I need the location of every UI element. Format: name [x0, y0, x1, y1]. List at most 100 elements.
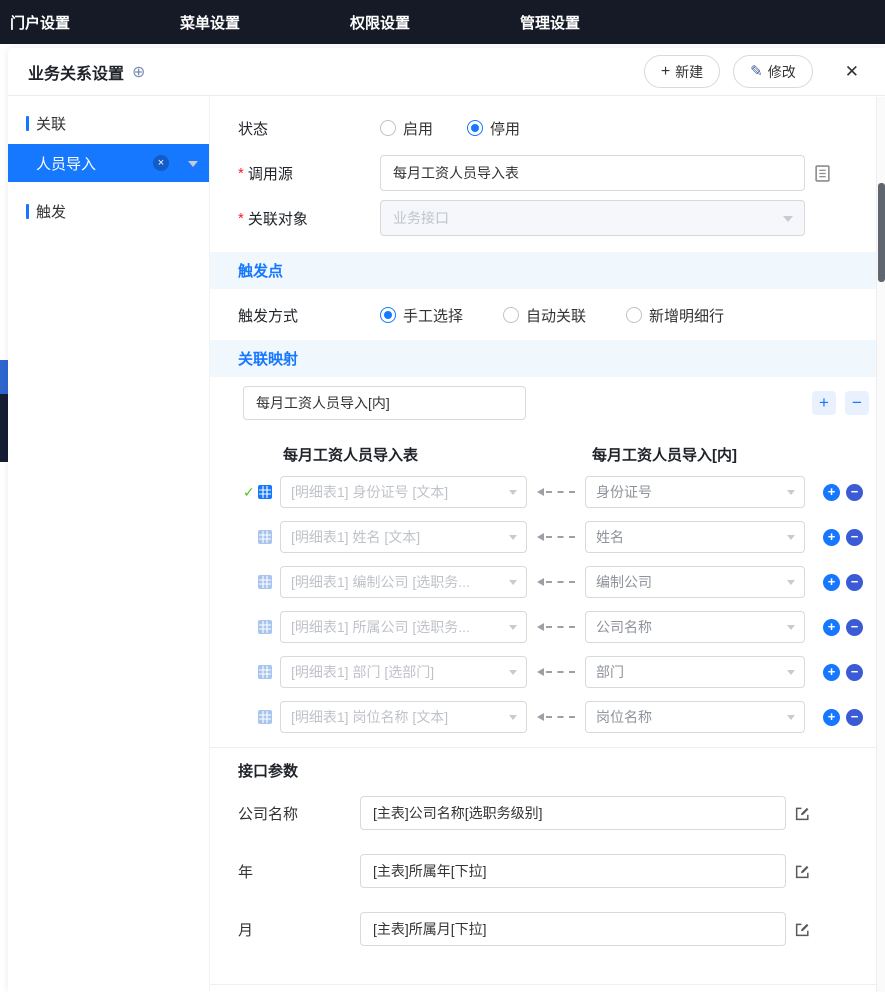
remove-row-button[interactable]: −: [846, 664, 863, 681]
add-mapping-group-button[interactable]: +: [812, 391, 836, 415]
remove-mapping-group-button[interactable]: −: [845, 391, 869, 415]
tab-menu-settings[interactable]: 菜单设置: [180, 12, 240, 33]
map-arrow-icon: [537, 488, 575, 496]
mapping-headers: 每月工资人员导入表 每月工资人员导入[内]: [210, 444, 885, 462]
radio-new-detail-row[interactable]: 新增明细行: [626, 305, 724, 326]
mapping-source-select[interactable]: [明细表1] 所属公司 [选职务...: [280, 611, 527, 643]
plus-icon: +: [661, 64, 670, 80]
mapping-group-input[interactable]: 每月工资人员导入[内]: [243, 386, 526, 420]
radio-icon: [626, 307, 642, 323]
source-input[interactable]: 每月工资人员导入表: [380, 155, 805, 191]
add-row-button[interactable]: +: [823, 484, 840, 501]
mapping-group-row: 每月工资人员导入[内] + −: [210, 386, 885, 420]
mapping-left-header: 每月工资人员导入表: [283, 444, 418, 462]
mapping-source-select[interactable]: [明细表1] 身份证号 [文本]: [280, 476, 527, 508]
table-field-icon: [258, 620, 272, 634]
edit-icon[interactable]: [794, 921, 811, 938]
modify-button[interactable]: ✎ 修改: [733, 55, 813, 88]
add-row-button[interactable]: +: [823, 664, 840, 681]
param-input[interactable]: [主表]所属年[下拉]: [360, 854, 786, 888]
radio-icon: [467, 120, 483, 136]
sidebar-item-label: 触发: [36, 201, 66, 222]
radio-icon: [380, 120, 396, 136]
mapping-target-select[interactable]: 部门: [585, 656, 805, 688]
param-label: 公司名称: [238, 803, 360, 824]
param-input[interactable]: [主表]公司名称[选职务级别]: [360, 796, 786, 830]
mapping-source-select[interactable]: [明细表1] 编制公司 [选职务...: [280, 566, 527, 598]
status-label: 状态: [238, 118, 380, 139]
add-row-button[interactable]: +: [823, 574, 840, 591]
panel-body: 关联 人员导入 × 触发 状态 启用 停用: [8, 96, 885, 991]
mapping-target-select[interactable]: 公司名称: [585, 611, 805, 643]
required-mark: *: [238, 210, 244, 227]
modify-button-label: 修改: [768, 62, 796, 82]
add-row-button[interactable]: +: [823, 619, 840, 636]
radio-manual-select[interactable]: 手工选择: [380, 305, 463, 326]
radio-enable[interactable]: 启用: [380, 118, 433, 139]
mapping-source-select[interactable]: [明细表1] 岗位名称 [文本]: [280, 701, 527, 733]
mapping-source-value: [明细表1] 部门 [选部门]: [291, 662, 434, 682]
param-row: 月 [主表]所属月[下拉]: [210, 912, 885, 946]
remove-row-button[interactable]: −: [846, 484, 863, 501]
scrollbar-thumb[interactable]: [878, 183, 885, 282]
required-mark: *: [238, 165, 244, 182]
param-row: 公司名称 [主表]公司名称[选职务级别]: [210, 796, 885, 830]
mapping-right-header: 每月工资人员导入[内]: [592, 444, 737, 462]
mapping-target-select[interactable]: 身份证号: [585, 476, 805, 508]
mapping-target-value: 编制公司: [596, 572, 652, 592]
mapping-source-value: [明细表1] 编制公司 [选职务...: [291, 572, 470, 592]
mapping-target-value: 姓名: [596, 527, 624, 547]
radio-label: 手工选择: [403, 305, 463, 326]
param-value: [主表]所属月[下拉]: [373, 919, 487, 939]
mapping-row: [明细表1] 部门 [选部门] 部门 + −: [210, 656, 885, 688]
param-value: [主表]所属年[下拉]: [373, 861, 487, 881]
document-picker-icon[interactable]: [815, 165, 830, 182]
source-label-text: 调用源: [248, 163, 293, 184]
param-row: 年 [主表]所属年[下拉]: [210, 854, 885, 888]
mapping-target-select[interactable]: 姓名: [585, 521, 805, 553]
edit-icon[interactable]: [794, 805, 811, 822]
mapping-source-select[interactable]: [明细表1] 部门 [选部门]: [280, 656, 527, 688]
remove-row-button[interactable]: −: [846, 709, 863, 726]
mapping-target-value: 部门: [596, 662, 624, 682]
mapping-target-select[interactable]: 岗位名称: [585, 701, 805, 733]
tab-portal-settings[interactable]: 门户设置: [10, 12, 70, 33]
mapping-row: [明细表1] 姓名 [文本] 姓名 + −: [210, 521, 885, 553]
link-icon[interactable]: ⊕: [132, 62, 145, 82]
source-row: * 调用源 每月工资人员导入表: [210, 155, 885, 191]
param-input[interactable]: [主表]所属月[下拉]: [360, 912, 786, 946]
background-page-edge: [0, 394, 8, 462]
mapping-source-select[interactable]: [明细表1] 姓名 [文本]: [280, 521, 527, 553]
add-row-button[interactable]: +: [823, 529, 840, 546]
map-arrow-icon: [537, 533, 575, 541]
sidebar: 关联 人员导入 × 触发: [8, 96, 210, 991]
table-field-icon: [258, 485, 272, 499]
target-select[interactable]: 业务接口: [380, 200, 805, 236]
sidebar-item-relation[interactable]: 关联: [8, 108, 209, 138]
mapping-source-value: [明细表1] 姓名 [文本]: [291, 527, 420, 547]
radio-disable[interactable]: 停用: [467, 118, 520, 139]
edit-icon[interactable]: [794, 863, 811, 880]
map-arrow-icon: [537, 578, 575, 586]
mapping-group-value: 每月工资人员导入[内]: [256, 393, 390, 413]
tab-permission-settings[interactable]: 权限设置: [350, 12, 410, 33]
add-row-button[interactable]: +: [823, 709, 840, 726]
remove-row-button[interactable]: −: [846, 574, 863, 591]
new-button[interactable]: + 新建: [644, 55, 720, 88]
scrollbar-track[interactable]: [876, 97, 885, 992]
target-label: * 关联对象: [238, 208, 380, 229]
remove-row-button[interactable]: −: [846, 619, 863, 636]
active-marker: [26, 116, 29, 131]
radio-icon: [503, 307, 519, 323]
sidebar-item-label: 关联: [36, 113, 66, 134]
close-icon[interactable]: ✕: [845, 62, 859, 82]
mapping-target-select[interactable]: 编制公司: [585, 566, 805, 598]
mapping-source-value: [明细表1] 岗位名称 [文本]: [291, 707, 448, 727]
sidebar-item-personnel-import[interactable]: 人员导入 ×: [8, 144, 209, 182]
sidebar-item-trigger[interactable]: 触发: [8, 196, 209, 226]
remove-row-button[interactable]: −: [846, 529, 863, 546]
tab-management-settings[interactable]: 管理设置: [520, 12, 580, 33]
radio-auto-relate[interactable]: 自动关联: [503, 305, 586, 326]
table-field-icon: [258, 575, 272, 589]
remove-icon[interactable]: ×: [153, 155, 169, 171]
